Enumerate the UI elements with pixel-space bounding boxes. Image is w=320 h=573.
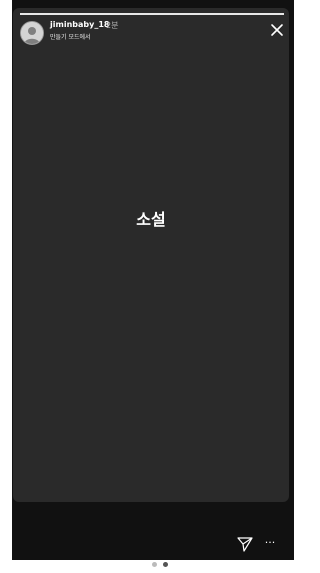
story-progress-bar bbox=[20, 13, 284, 15]
story-subtitle: 만들기 모드에서 bbox=[50, 34, 91, 41]
story-timestamp: 2분 bbox=[106, 21, 119, 30]
close-icon bbox=[271, 24, 283, 36]
send-icon bbox=[237, 537, 253, 552]
page-dot-2 bbox=[163, 561, 168, 567]
send-button[interactable] bbox=[236, 535, 254, 553]
story-username[interactable]: jiminbaby_18 bbox=[50, 20, 109, 29]
story-text: 소설 bbox=[136, 210, 166, 229]
more-icon: ··· bbox=[264, 536, 276, 549]
close-button[interactable] bbox=[269, 22, 285, 38]
page-dot-1 bbox=[152, 561, 157, 567]
more-options-button[interactable]: ··· bbox=[263, 537, 277, 551]
page-indicator bbox=[0, 560, 320, 568]
story-progress-fill bbox=[20, 13, 284, 15]
avatar[interactable] bbox=[20, 21, 44, 45]
story-card[interactable] bbox=[13, 8, 289, 502]
